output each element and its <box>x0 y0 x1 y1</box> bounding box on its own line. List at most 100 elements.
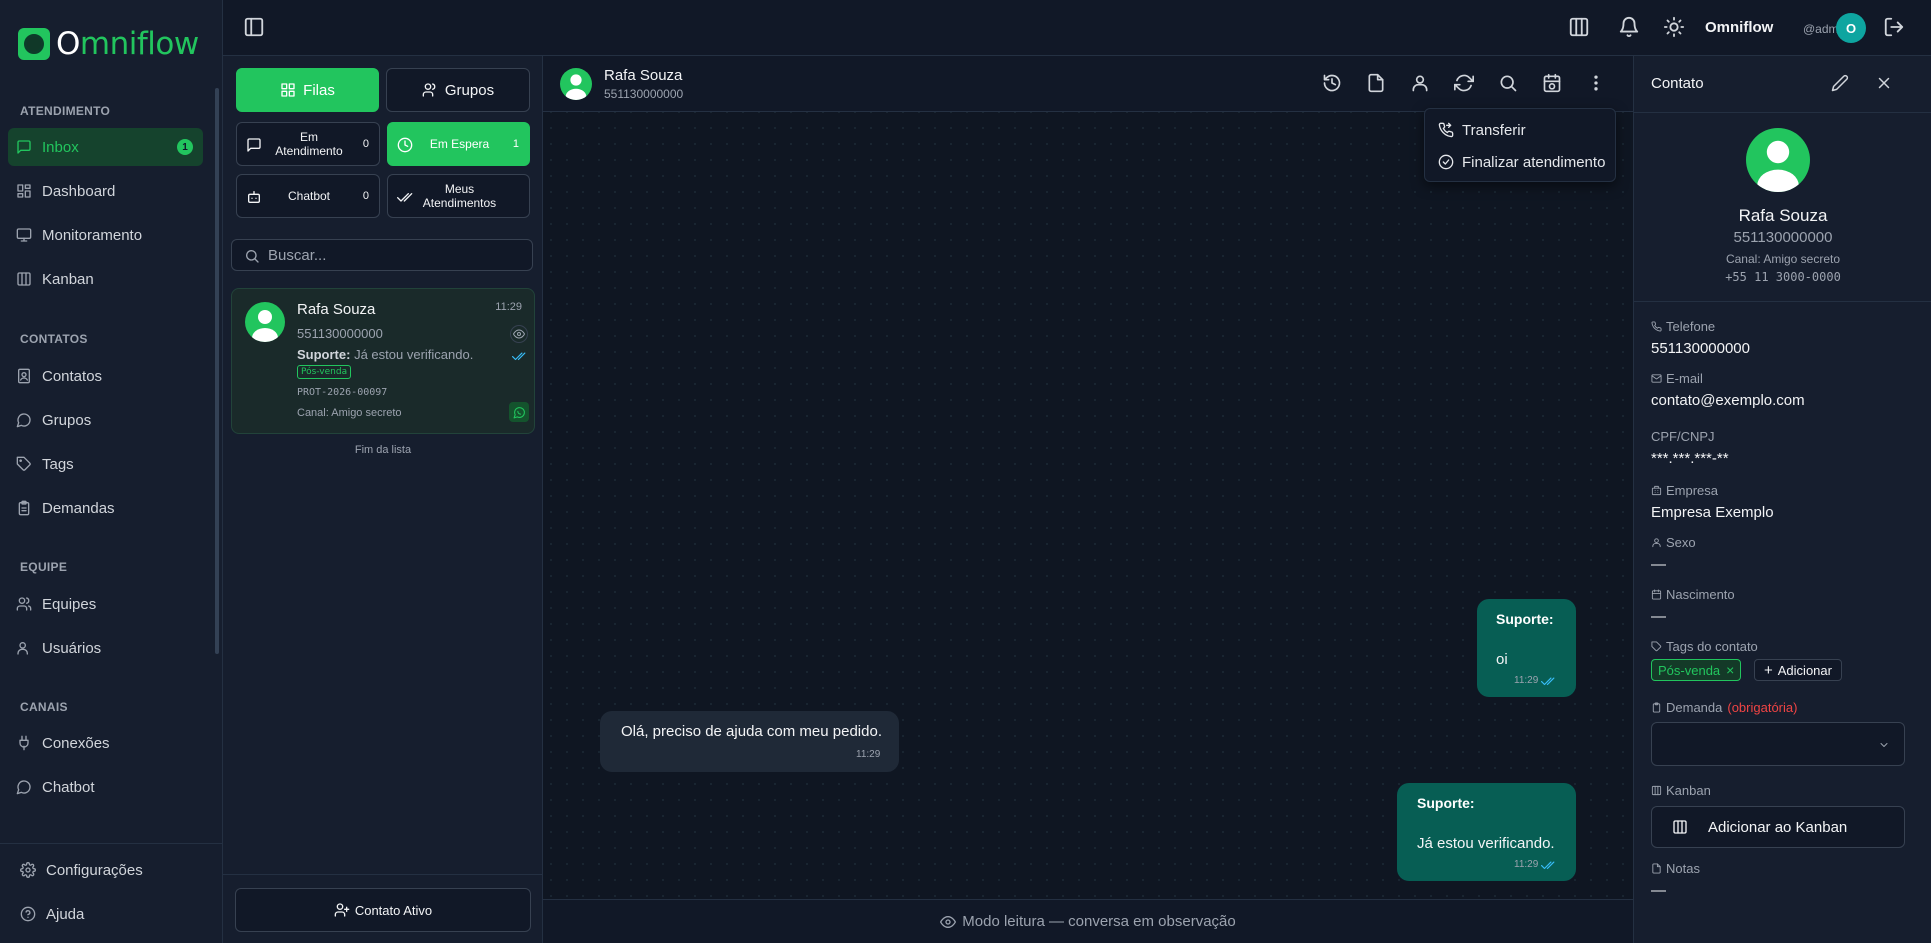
top-header: Omniflow @admin O <box>223 0 1931 56</box>
contact-avatar <box>1746 128 1810 192</box>
field-value-sexo: — <box>1651 556 1666 573</box>
clock-icon <box>397 137 413 153</box>
mail-icon <box>1651 374 1662 383</box>
logout-icon[interactable] <box>1883 16 1905 38</box>
search-input[interactable] <box>268 240 528 270</box>
required-hint: (obrigatória) <box>1727 700 1798 715</box>
plus-icon: + <box>1764 661 1773 679</box>
message-time: 11:29 <box>856 749 881 760</box>
status-meus-atendimentos[interactable]: Meus Atendimentos <box>387 174 530 218</box>
divider <box>0 843 223 844</box>
history-icon[interactable] <box>1322 73 1342 93</box>
help-icon <box>20 906 36 922</box>
sidebar-item-dashboard[interactable]: Dashboard <box>8 172 203 210</box>
field-label-demanda: Demanda (obrigatória) <box>1651 700 1797 715</box>
active-contact-button[interactable]: Contato Ativo <box>235 888 531 932</box>
conversation-name: Rafa Souza <box>297 301 376 318</box>
sidebar-item-configuracoes[interactable]: Configurações <box>12 851 207 889</box>
menu-item-transferir[interactable]: Transferir <box>1431 115 1611 145</box>
sidebar-item-demandas[interactable]: Demandas <box>8 489 203 527</box>
conversation-channel: Canal: Amigo secreto <box>297 407 402 419</box>
sidebar-item-conexoes[interactable]: Conexões <box>8 724 203 762</box>
field-label-empresa: Empresa <box>1651 483 1718 498</box>
add-to-kanban-button[interactable]: Adicionar ao Kanban <box>1651 806 1905 848</box>
status-count: 1 <box>512 138 519 150</box>
kanban-view-icon[interactable] <box>1568 16 1590 38</box>
file-icon[interactable] <box>1366 73 1386 93</box>
bot-icon <box>248 191 260 203</box>
calendar-clock-icon[interactable] <box>1542 73 1562 93</box>
close-icon[interactable] <box>1875 74 1893 92</box>
field-label-tags: Tags do contato <box>1651 639 1758 654</box>
sidebar-item-tags[interactable]: Tags <box>8 445 203 483</box>
user-icon[interactable] <box>1410 73 1430 93</box>
menu-item-finalizar[interactable]: Finalizar atendimento <box>1431 147 1611 177</box>
sidebar-item-inbox[interactable]: Inbox 1 <box>8 128 203 166</box>
divider <box>1634 112 1931 113</box>
double-check-icon <box>512 352 526 361</box>
edit-pencil-icon[interactable] <box>1831 74 1849 92</box>
label-text: Kanban <box>1666 783 1711 798</box>
conversation-card[interactable]: Rafa Souza 11:29 551130000000 Suporte: J… <box>231 288 535 434</box>
divider <box>1634 301 1931 302</box>
message-text: Já estou verificando. <box>1417 835 1555 852</box>
sidebar-item-contatos[interactable]: Contatos <box>8 357 203 395</box>
contact-avatar[interactable] <box>560 68 592 100</box>
status-label: Em Espera <box>429 137 490 151</box>
demanda-select[interactable] <box>1651 722 1905 766</box>
sidebar-item-chatbot[interactable]: Chatbot <box>8 768 203 806</box>
message-sender: Suporte: <box>1496 611 1554 627</box>
theme-sun-icon[interactable] <box>1663 16 1685 38</box>
status-label: Meus Atendimentos <box>422 182 497 210</box>
message-bubble-incoming: Olá, preciso de ajuda com meu pedido. 11… <box>600 711 899 772</box>
double-check-icon <box>1541 677 1555 686</box>
tab-grupos[interactable]: Grupos <box>386 68 530 112</box>
label-text: E-mail <box>1666 371 1703 386</box>
tab-filas[interactable]: Filas <box>236 68 379 112</box>
logo[interactable]: Omniflow <box>18 26 199 62</box>
label-text: Telefone <box>1666 319 1716 334</box>
message-sender: Suporte: <box>1417 795 1475 811</box>
remove-tag-icon[interactable]: × <box>1726 662 1734 678</box>
sidebar-item-kanban[interactable]: Kanban <box>8 260 203 298</box>
avatar[interactable]: O <box>1836 13 1866 43</box>
field-value-notas: — <box>1651 882 1666 899</box>
label-text: Demanda <box>1666 700 1723 715</box>
person-avatar-icon <box>1757 140 1799 192</box>
contact-name: Rafa Souza <box>1738 206 1828 225</box>
bell-icon[interactable] <box>1618 16 1640 38</box>
monitor-icon <box>16 228 32 242</box>
sidebar-toggle-icon[interactable] <box>243 16 265 38</box>
user-icon <box>17 642 28 655</box>
tab-label: Filas <box>303 81 335 99</box>
status-em-espera[interactable]: Em Espera 1 <box>387 122 530 166</box>
conversation-actions-menu: Transferir Finalizar atendimento <box>1424 108 1616 182</box>
sidebar-item-usuarios[interactable]: Usuários <box>8 629 203 667</box>
sidebar-item-label: Conexões <box>42 734 110 752</box>
tab-label: Grupos <box>444 81 495 99</box>
status-em-atendimento[interactable]: Em Atendimento 0 <box>236 122 380 166</box>
user-icon <box>1652 538 1661 548</box>
add-tag-button[interactable]: + Adicionar <box>1754 659 1842 681</box>
menu-item-label: Transferir <box>1462 121 1526 139</box>
sidebar-item-ajuda[interactable]: Ajuda <box>12 895 207 933</box>
chat-contact-phone: 551130000000 <box>604 87 684 101</box>
refresh-icon[interactable] <box>1454 73 1474 93</box>
conversation-tag: Pós-venda <box>297 365 352 379</box>
sidebar-item-equipes[interactable]: Equipes <box>8 585 203 623</box>
eye-icon[interactable] <box>510 325 528 343</box>
search-icon[interactable] <box>1498 73 1518 93</box>
sidebar-item-grupos[interactable]: Grupos <box>8 401 203 439</box>
more-vertical-icon[interactable] <box>1586 73 1606 93</box>
status-chatbot[interactable]: Chatbot 0 <box>236 174 380 218</box>
sidebar-item-monitoramento[interactable]: Monitoramento <box>8 216 203 254</box>
label-text: Nascimento <box>1666 587 1735 602</box>
sidebar-scrollbar[interactable] <box>215 88 219 654</box>
active-contact-label: Contato Ativo <box>354 902 433 918</box>
double-check-icon <box>1541 861 1555 870</box>
read-only-text: Modo leitura — conversa em observação <box>962 913 1236 930</box>
chat-header: Rafa Souza 551130000000 <box>543 56 1633 112</box>
contact-tag-chip: Pós-venda × <box>1651 659 1742 681</box>
conversation-list-panel: Filas Grupos Em Atendimento 0 Em Espera … <box>223 56 543 943</box>
user-name: Omniflow <box>1705 19 1774 36</box>
